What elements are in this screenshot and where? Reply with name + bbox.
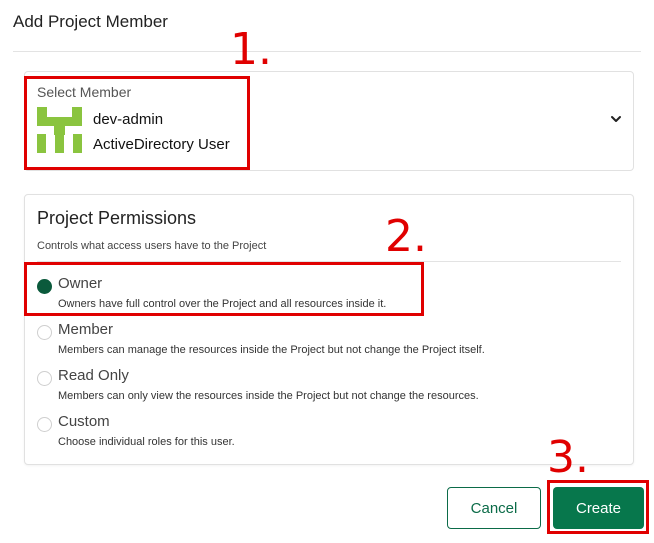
option-description: Members can manage the resources inside … — [58, 344, 485, 356]
member-type: ActiveDirectory User — [93, 136, 230, 153]
permissions-panel: Project Permissions Controls what access… — [24, 194, 634, 465]
option-label: Member — [58, 321, 114, 338]
dialog-title: Add Project Member — [13, 12, 168, 31]
member-select-label: Select Member — [37, 84, 132, 100]
option-label: Custom — [58, 413, 110, 430]
option-description: Choose individual roles for this user. — [58, 436, 235, 448]
member-name: dev-admin — [93, 111, 164, 128]
option-description: Members can only view the resources insi… — [58, 390, 479, 402]
permission-option-owner[interactable]: Owner Owners have full control over the … — [37, 272, 617, 318]
annotation-number-1: 1. — [230, 24, 272, 75]
option-label: Owner — [58, 275, 103, 292]
avatar-icon — [37, 107, 82, 153]
permissions-title: Project Permissions — [37, 208, 197, 228]
title-divider — [13, 51, 641, 52]
chevron-down-icon[interactable] — [609, 112, 623, 126]
radio-member[interactable] — [37, 325, 52, 340]
permission-option-member[interactable]: Member Members can manage the resources … — [37, 318, 617, 364]
permissions-divider — [37, 261, 621, 262]
option-description: Owners have full control over the Projec… — [58, 298, 387, 310]
option-label: Read Only — [58, 367, 129, 384]
create-button[interactable]: Create — [553, 487, 644, 529]
member-select[interactable]: Select Member dev-admin ActiveDirectory … — [24, 71, 634, 171]
radio-custom[interactable] — [37, 417, 52, 432]
cancel-button[interactable]: Cancel — [447, 487, 541, 529]
permission-option-read-only[interactable]: Read Only Members can only view the reso… — [37, 364, 617, 410]
permissions-subtitle: Controls what access users have to the P… — [37, 240, 267, 252]
radio-read-only[interactable] — [37, 371, 52, 386]
radio-owner[interactable] — [37, 279, 52, 294]
permission-option-custom[interactable]: Custom Choose individual roles for this … — [37, 410, 617, 456]
